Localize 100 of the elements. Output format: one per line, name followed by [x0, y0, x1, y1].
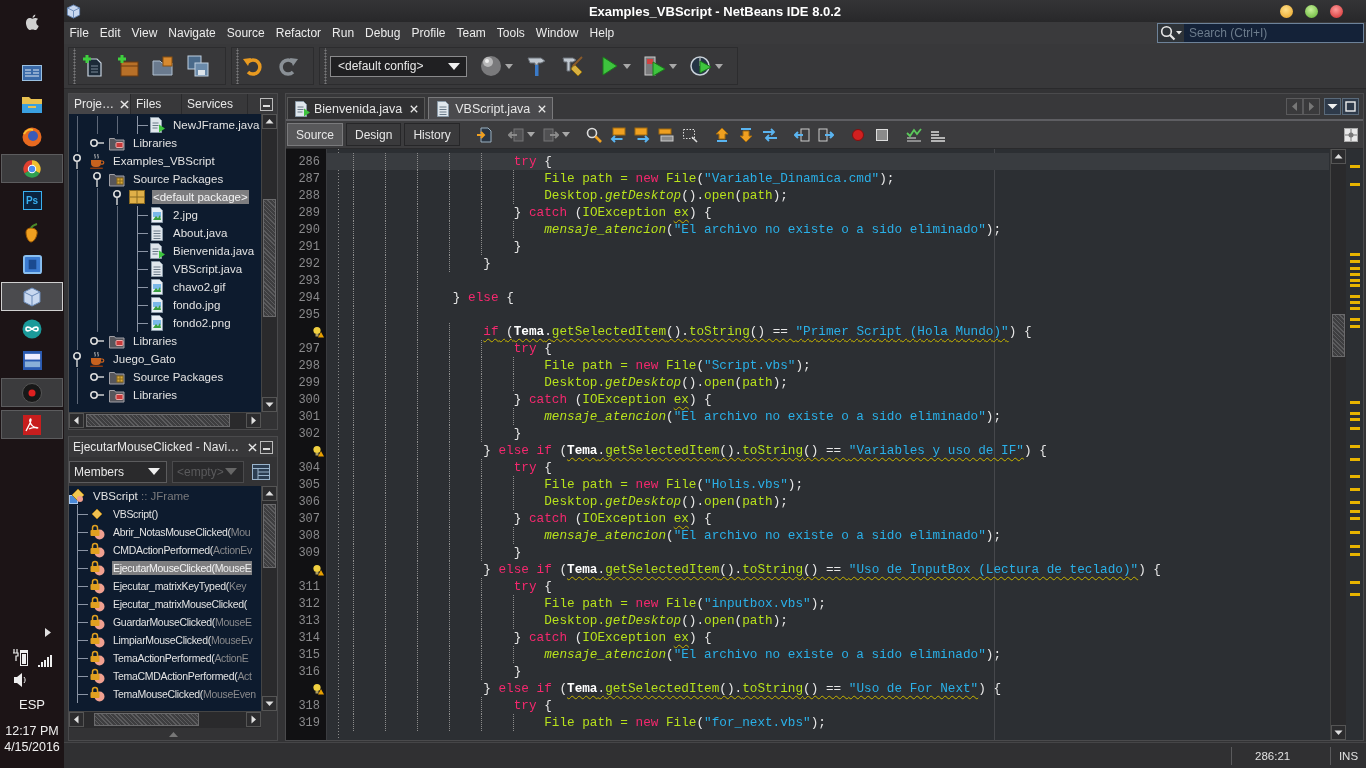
lightbulb-icon[interactable] — [312, 682, 324, 695]
plus-box-icon[interactable] — [116, 54, 140, 78]
maximize-button[interactable] — [1305, 4, 1318, 18]
swap-arrows-icon[interactable] — [761, 126, 778, 143]
menu-item[interactable]: Profile — [406, 26, 451, 40]
tree-item[interactable]: Juego_Gato — [112, 352, 177, 366]
scroll-up-icon[interactable] — [1331, 149, 1346, 164]
search-input[interactable]: Search (Ctrl+I) — [1184, 24, 1363, 42]
tree-item[interactable]: VBScript.java — [172, 262, 244, 276]
menu-item[interactable]: Edit — [94, 26, 127, 40]
scroll-down-icon[interactable] — [262, 696, 277, 711]
search-icon[interactable] — [1158, 24, 1184, 42]
member-item[interactable]: Ejecutar_matrixMouseClicked( — [112, 597, 248, 611]
scroll-thumb[interactable] — [1332, 314, 1345, 357]
arrow-up-icon[interactable] — [713, 126, 730, 143]
tree-item[interactable]: 2.jpg — [172, 208, 199, 222]
menu-item[interactable]: Team — [451, 26, 492, 40]
scroll-thumb[interactable] — [86, 414, 230, 427]
forward-icon[interactable] — [542, 126, 559, 143]
member-item[interactable]: TemaActionPerformed(ActionE — [112, 651, 250, 665]
panel-tab[interactable]: Proje… — [69, 94, 131, 114]
member-item[interactable]: LimpiarMouseClicked(MouseEv — [112, 633, 254, 647]
clock-time[interactable]: 12:17 PM — [5, 724, 59, 738]
tree-item[interactable]: NewJFrame.java — [172, 118, 261, 132]
member-item[interactable]: TemaMouseClicked(MouseEven — [112, 687, 257, 701]
member-item[interactable]: EjecutarMouseClicked(MouseE — [112, 561, 253, 575]
scroll-thumb[interactable] — [263, 199, 276, 317]
close-button[interactable] — [1330, 4, 1343, 18]
caret-icon[interactable] — [561, 132, 570, 137]
tree-item[interactable]: fondo.jpg — [172, 298, 222, 312]
minimize-icon[interactable] — [260, 440, 273, 454]
hammer-broom-icon[interactable] — [561, 54, 585, 78]
taskbar-button[interactable]: Ps — [1, 186, 63, 215]
folder-box-icon[interactable] — [151, 54, 175, 78]
config-dropdown[interactable]: <default config> — [330, 55, 467, 77]
dotted-selection-icon[interactable] — [681, 126, 698, 143]
back-icon[interactable] — [507, 126, 524, 143]
close-icon[interactable] — [248, 442, 258, 452]
language-indicator[interactable]: ESP — [19, 697, 45, 712]
resize-handle-icon[interactable] — [168, 731, 178, 737]
view-tab[interactable]: Design — [346, 123, 402, 146]
new-file-icon[interactable] — [81, 54, 105, 78]
arrow-down-icon[interactable] — [737, 126, 754, 143]
minimize-button[interactable] — [1280, 4, 1293, 18]
lightbulb-icon[interactable] — [312, 325, 324, 338]
member-item[interactable]: Ejecutar_matrixKeyTyped(Key — [112, 579, 248, 593]
tree-item[interactable]: Libraries — [132, 334, 179, 348]
globe-icon[interactable] — [479, 54, 503, 78]
member-item[interactable]: GuardarMouseClicked(MouseE — [112, 615, 253, 629]
maximize-icon[interactable] — [1342, 98, 1359, 115]
scroll-up-icon[interactable] — [262, 486, 277, 501]
lightbulb-icon[interactable] — [312, 563, 324, 576]
scroll-up-icon[interactable] — [262, 114, 277, 129]
search-field[interactable]: Search (Ctrl+I) — [1157, 23, 1364, 43]
member-item[interactable]: CMDActionPerformed(ActionEv — [112, 543, 253, 557]
find-next-icon[interactable] — [633, 126, 650, 143]
menu-item[interactable]: Refactor — [270, 26, 327, 40]
battery-plug-icon[interactable] — [12, 649, 29, 667]
floppy-disks-icon[interactable] — [186, 54, 210, 78]
caret-icon[interactable] — [505, 63, 513, 69]
caret-right-icon[interactable] — [45, 628, 51, 637]
scroll-left-icon[interactable] — [69, 712, 84, 727]
tree-item[interactable]: Source Packages — [132, 370, 225, 384]
close-icon[interactable] — [410, 104, 419, 113]
lightbulb-icon[interactable] — [312, 444, 324, 457]
menu-item[interactable]: Navigate — [162, 26, 222, 40]
menu-item[interactable]: File — [64, 26, 95, 40]
tree-item[interactable]: Libraries — [132, 136, 179, 150]
menu-item[interactable]: Run — [326, 26, 360, 40]
signal-icon[interactable] — [37, 655, 52, 667]
member-item[interactable]: Abrir_NotasMouseClicked(Mou — [112, 525, 252, 539]
vertical-scrollbar[interactable] — [261, 114, 277, 412]
horizontal-scrollbar[interactable] — [69, 412, 261, 429]
stop-icon[interactable] — [873, 126, 890, 143]
tree-item[interactable]: About.java — [172, 226, 229, 240]
dropdown-icon[interactable] — [1324, 98, 1341, 115]
member-item[interactable]: VBScript() — [112, 507, 159, 521]
caret-icon[interactable] — [715, 63, 723, 69]
apple-icon[interactable] — [24, 13, 40, 31]
menu-item[interactable]: Source — [221, 26, 271, 40]
menu-item[interactable]: Window — [530, 26, 585, 40]
find-previous-icon[interactable] — [609, 126, 626, 143]
taskbar-button[interactable] — [1, 154, 63, 183]
lines-check-icon[interactable] — [905, 126, 922, 143]
stacked-bars-icon[interactable] — [657, 126, 674, 143]
filter-dropdown[interactable]: Members — [69, 460, 167, 483]
scroll-thumb[interactable] — [94, 713, 199, 726]
scroll-down-icon[interactable] — [1331, 725, 1346, 740]
document-arrow-icon[interactable] — [475, 126, 492, 143]
scroll-right-icon[interactable] — [246, 712, 261, 727]
menu-item[interactable]: Tools — [491, 26, 531, 40]
close-icon[interactable] — [538, 104, 547, 113]
shift-left-icon[interactable] — [793, 126, 810, 143]
window-icon[interactable] — [251, 461, 271, 482]
tree-item[interactable]: chavo2.gif — [172, 280, 227, 294]
class-item[interactable]: VBScript :: JFrame — [92, 489, 191, 503]
menu-item[interactable]: Debug — [359, 26, 406, 40]
scroll-down-icon[interactable] — [262, 397, 277, 412]
horizontal-scrollbar[interactable] — [69, 711, 261, 728]
vertical-scrollbar[interactable] — [1330, 149, 1346, 740]
